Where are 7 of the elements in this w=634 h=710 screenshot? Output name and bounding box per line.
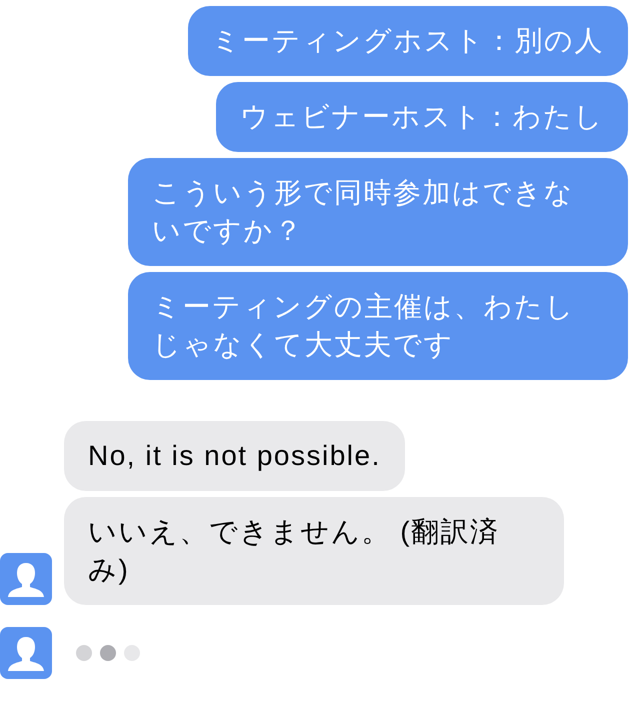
sent-message: こういう形で同時参加はできないですか？ <box>128 158 628 266</box>
sent-message: ミーティングホスト：別の人 <box>188 6 628 76</box>
avatar-icon <box>0 627 52 679</box>
received-message: いいえ、できません。 (翻訳済み) <box>64 497 564 605</box>
sent-message: ウェビナーホスト：わたし <box>216 82 628 152</box>
sent-message: ミーティングの主催は、わたしじゃなくて大丈夫です <box>128 272 628 380</box>
received-message: No, it is not possible. <box>64 421 405 491</box>
